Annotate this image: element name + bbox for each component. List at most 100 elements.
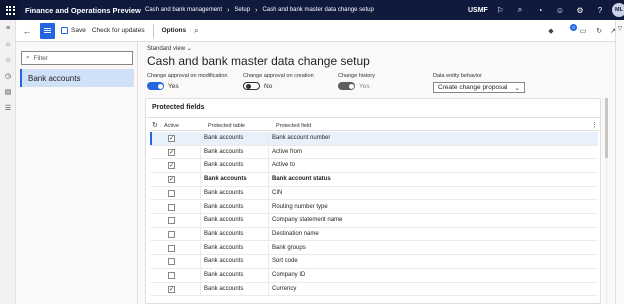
avatar[interactable]: ML [612, 3, 624, 17]
table-row[interactable]: Bank accounts CIN [150, 186, 598, 201]
table-row[interactable]: Bank accounts Company statement name [150, 214, 598, 228]
star-icon[interactable]: ☆ [0, 52, 16, 68]
breadcrumb-item[interactable]: Setup [234, 7, 250, 13]
protected-field-cell[interactable]: Bank groups [272, 245, 306, 251]
column-header-field[interactable]: Protected field [276, 123, 311, 129]
table-row[interactable]: Bank accounts Routing number type [150, 200, 598, 215]
check-updates-button[interactable]: Check for updates [92, 23, 145, 39]
active-checkbox[interactable]: ✓ [168, 285, 175, 293]
table-row[interactable]: Bank accounts Destination name [150, 227, 598, 242]
office-icon[interactable]: ◆ [546, 26, 556, 36]
protected-field-cell[interactable]: Active to [272, 162, 295, 168]
refresh-icon[interactable]: ↻ [152, 121, 158, 129]
refresh-icon[interactable]: ↻ [594, 26, 604, 36]
chevron-right-icon: › [227, 6, 230, 14]
column-header-table[interactable]: Protected table [208, 123, 245, 129]
table-row[interactable]: Bank accounts Sort code [150, 255, 598, 269]
protected-table-cell[interactable]: Bank accounts [204, 149, 243, 155]
home-icon[interactable]: ⌂ [0, 36, 16, 52]
active-checkbox[interactable] [168, 189, 175, 197]
filter-input[interactable]: ⌕ Filter [21, 51, 133, 65]
protected-field-cell[interactable]: Active from [272, 149, 302, 155]
protected-field-cell[interactable]: Sort code [272, 258, 298, 264]
toggle-switch[interactable] [147, 82, 164, 90]
bell-icon[interactable]: ◔ [534, 4, 546, 16]
active-checkbox[interactable]: ✓ [168, 162, 175, 170]
smiley-icon[interactable]: ☺ [554, 4, 566, 16]
options-tab[interactable]: Options [162, 23, 187, 39]
column-separator [200, 145, 201, 159]
table-row[interactable]: ✓ Bank accounts Currency [150, 282, 598, 297]
protected-table-cell[interactable]: Bank accounts [204, 217, 243, 223]
hamburger-icon[interactable]: ≡ [0, 20, 16, 36]
toggle-approval-creation[interactable]: No [243, 82, 314, 90]
toggle-approval-modification[interactable]: Yes [147, 82, 227, 90]
breadcrumb-item[interactable]: Cash and bank management [145, 7, 222, 13]
search-icon[interactable]: ⌕ [194, 23, 198, 39]
active-checkbox[interactable]: ✓ [168, 148, 175, 156]
protected-table-cell[interactable]: Bank accounts [204, 162, 243, 168]
list-icon[interactable]: ☰ [0, 100, 16, 116]
active-checkbox[interactable] [168, 217, 175, 225]
protected-field-cell[interactable]: CIN [272, 190, 282, 196]
search-icon[interactable]: ⌕ [514, 4, 526, 16]
entity-behavior-select[interactable]: Create change proposal ⌄ [433, 82, 525, 93]
protected-field-cell[interactable]: Company statement name [272, 217, 342, 223]
column-separator [268, 132, 269, 145]
field-entity-behavior: Data entity behavior Create change propo… [433, 73, 525, 93]
protected-field-cell[interactable]: Bank account number [272, 135, 330, 141]
help-icon[interactable]: ? [594, 4, 606, 16]
protected-field-cell[interactable]: Bank account status [272, 176, 331, 182]
table-row[interactable]: ✓ Bank accounts Active from [150, 145, 598, 160]
row-selected-indicator [150, 132, 152, 145]
active-checkbox[interactable] [168, 258, 175, 266]
table-row[interactable]: Bank accounts Company ID [150, 269, 598, 283]
column-header-active[interactable]: Active [164, 123, 179, 129]
more-options-icon[interactable]: ⋮ [591, 121, 598, 129]
filter-pane-toggle[interactable]: ▽ [615, 20, 624, 304]
protected-table-cell[interactable]: Bank accounts [204, 231, 243, 237]
app-name[interactable]: Finance and Operations Preview [25, 6, 141, 15]
table-row[interactable]: ✓ Bank accounts Active to [150, 159, 598, 173]
protected-table-cell[interactable]: Bank accounts [204, 176, 247, 182]
action-pane-toggle[interactable] [40, 22, 55, 39]
command-bar: ← Save Check for updates Options ⌕ ◆ ▭ ↻… [16, 20, 624, 42]
notifications-icon[interactable]: ▭ [578, 26, 588, 36]
workspaces-icon[interactable]: ▤ [0, 84, 16, 100]
protected-table-cell[interactable]: Bank accounts [204, 135, 243, 141]
gear-icon[interactable]: ⚙ [574, 4, 586, 16]
protected-table-cell[interactable]: Bank accounts [204, 204, 243, 210]
protected-field-cell[interactable]: Destination name [272, 231, 319, 237]
active-checkbox[interactable] [168, 244, 175, 252]
back-button[interactable]: ← [20, 23, 34, 39]
scrollbar[interactable] [605, 98, 608, 304]
chevron-down-icon: ⌄ [186, 46, 192, 52]
flag-icon[interactable]: ⚐ [494, 4, 506, 16]
table-row[interactable]: ✓ Bank accounts Bank account number [150, 132, 598, 146]
save-button[interactable]: Save [61, 23, 86, 39]
list-item-bank-accounts[interactable]: Bank accounts [20, 69, 134, 87]
protected-field-cell[interactable]: Routing number type [272, 204, 328, 210]
active-checkbox[interactable]: ✓ [168, 176, 175, 184]
protected-field-cell[interactable]: Currency [272, 286, 296, 292]
app-launcher-button[interactable] [0, 0, 20, 20]
clock-icon[interactable]: ◷ [0, 68, 16, 84]
view-selector[interactable]: Standard view ⌄ [147, 45, 192, 52]
company-picker[interactable]: USMF [468, 7, 488, 14]
section-header[interactable]: Protected fields [152, 104, 205, 111]
active-checkbox[interactable] [168, 230, 175, 238]
column-separator [268, 200, 269, 214]
protected-table-cell[interactable]: Bank accounts [204, 190, 243, 196]
protected-table-cell[interactable]: Bank accounts [204, 286, 243, 292]
scrollbar-thumb[interactable] [605, 98, 608, 158]
protected-table-cell[interactable]: Bank accounts [204, 245, 243, 251]
protected-field-cell[interactable]: Company ID [272, 272, 305, 278]
protected-table-cell[interactable]: Bank accounts [204, 258, 243, 264]
toggle-switch[interactable] [243, 82, 260, 90]
active-checkbox[interactable] [168, 203, 175, 211]
table-row[interactable]: ✓ Bank accounts Bank account status [150, 173, 598, 187]
protected-table-cell[interactable]: Bank accounts [204, 272, 243, 278]
active-checkbox[interactable]: ✓ [168, 135, 175, 142]
active-checkbox[interactable] [168, 272, 175, 279]
table-row[interactable]: Bank accounts Bank groups [150, 241, 598, 256]
